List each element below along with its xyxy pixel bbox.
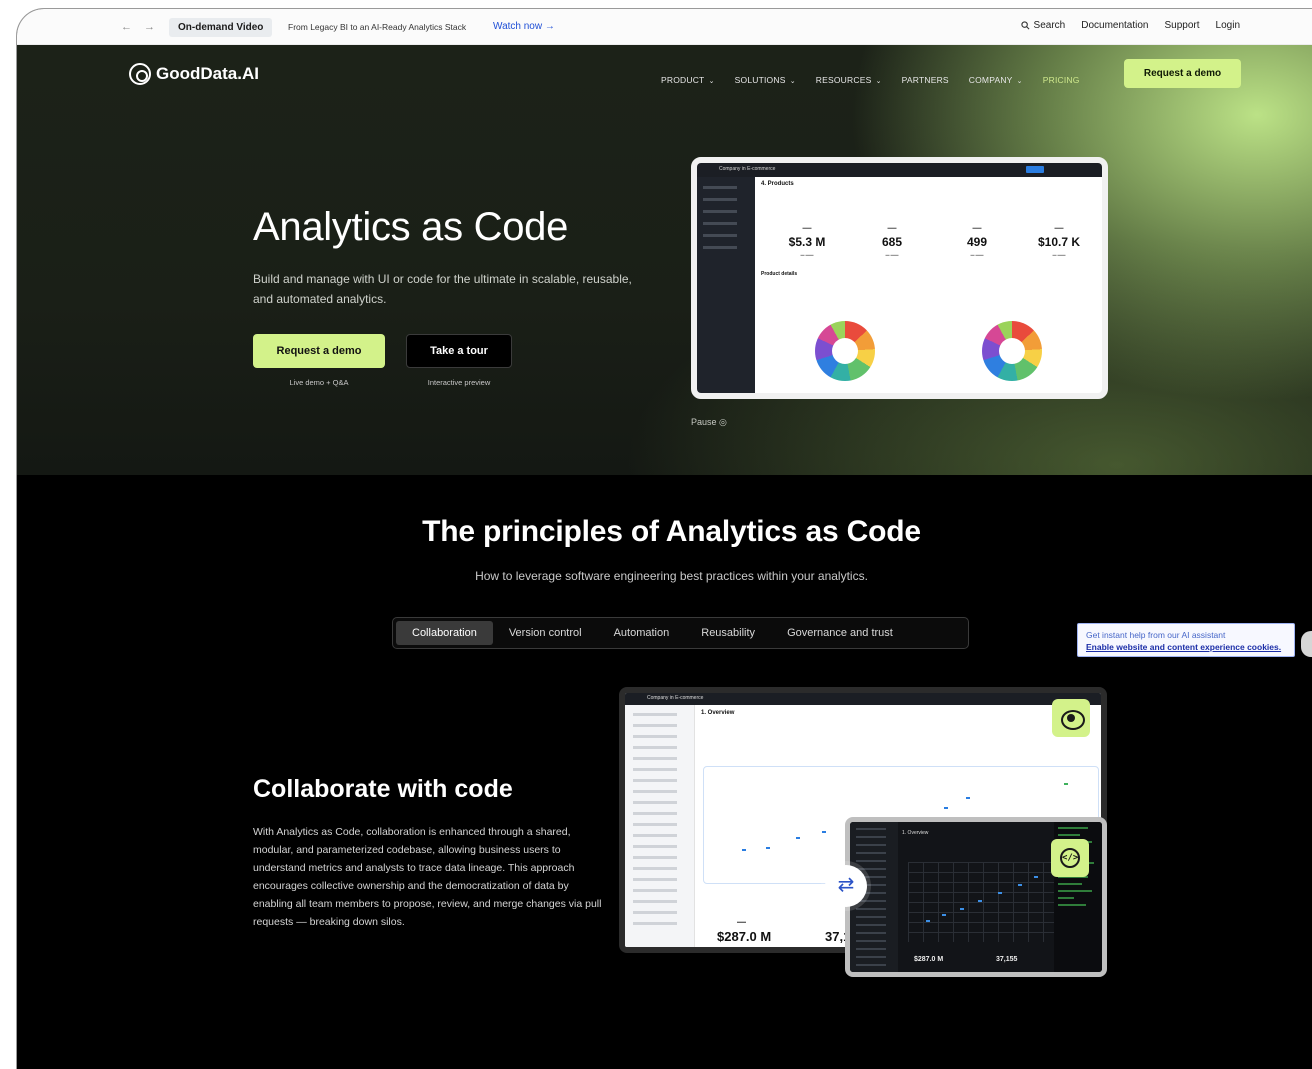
pause-button[interactable]: Pause ◎ bbox=[691, 417, 727, 428]
tab-reusability[interactable]: Reusability bbox=[685, 621, 771, 645]
donut-chart bbox=[815, 321, 875, 381]
preview-app-title: Company in E-commerce bbox=[719, 166, 776, 172]
nav-item-solutions[interactable]: SOLUTIONS ⌄ bbox=[735, 75, 796, 85]
preview-kpi: ▬▬ $5.3 M ▬ ▬▬ bbox=[788, 225, 826, 257]
eye-icon[interactable] bbox=[1052, 699, 1090, 737]
preview-section-title: Product details bbox=[761, 271, 798, 277]
hero-title: Analytics as Code bbox=[253, 205, 569, 249]
promo-text: From Legacy BI to an AI-Ready Analytics … bbox=[288, 22, 467, 32]
dashboard-preview: Company in E-commerce 4. Products ▬▬ $5.3… bbox=[691, 157, 1108, 399]
tab-collaboration[interactable]: Collaboration bbox=[396, 621, 493, 645]
chevron-down-icon: ⌄ bbox=[787, 78, 796, 85]
hero-subtitle: Build and manage with UI or code for the… bbox=[253, 272, 632, 306]
overview-kpi-label: ▬▬ bbox=[737, 919, 746, 924]
nav-item-pricing[interactable]: PRICING bbox=[1043, 75, 1080, 85]
swap-icon[interactable]: ⇄ bbox=[825, 865, 867, 907]
take-tour-button[interactable]: Take a tour bbox=[406, 334, 512, 368]
principles-subtitle: How to leverage software engineering bes… bbox=[475, 569, 868, 583]
main-nav: PRODUCT ⌄ SOLUTIONS ⌄ RESOURCES ⌄ PARTNE… bbox=[661, 75, 1080, 85]
logo[interactable]: GoodData.AI bbox=[129, 63, 259, 85]
browser-frame: ← → On-demand Video From Legacy BI to an… bbox=[16, 8, 1312, 1069]
documentation-link[interactable]: Documentation bbox=[1081, 20, 1148, 31]
preview-kpi: ▬▬ $10.7 K ▬ ▬▬ bbox=[1037, 225, 1081, 257]
tab-automation[interactable]: Automation bbox=[598, 621, 686, 645]
search-link[interactable]: Search bbox=[1020, 20, 1066, 31]
overview-topbar: Company in E-commerce bbox=[625, 693, 1101, 705]
on-demand-badge: On-demand Video bbox=[169, 18, 273, 37]
preview-button bbox=[1026, 166, 1044, 173]
watch-now-link[interactable]: Watch now → bbox=[493, 21, 555, 32]
login-link[interactable]: Login bbox=[1216, 20, 1240, 31]
chevron-down-icon: ⌄ bbox=[706, 78, 715, 85]
ai-assistant-prompt[interactable]: Get instant help from our AI assistant E… bbox=[1077, 623, 1295, 657]
code-kpi-value: 37,155 bbox=[996, 956, 1018, 963]
nav-item-company[interactable]: COMPANY ⌄ bbox=[969, 75, 1023, 85]
request-demo-nav-button[interactable]: Request a demo bbox=[1124, 59, 1241, 88]
request-demo-button[interactable]: Request a demo bbox=[253, 334, 385, 368]
principles-tabs: Collaboration Version control Automation… bbox=[392, 617, 969, 649]
overview-page-title: 1. Overview bbox=[701, 710, 735, 716]
chat-bubble-icon[interactable] bbox=[1301, 631, 1312, 657]
code-kpi-value: $287.0 M bbox=[914, 956, 944, 963]
preview-kpi: ▬▬ 685 ▬ ▬▬ bbox=[881, 225, 903, 257]
principles-title: The principles of Analytics as Code bbox=[422, 515, 921, 548]
collab-body: With Analytics as Code, collaboration is… bbox=[253, 826, 602, 928]
tab-governance[interactable]: Governance and trust bbox=[771, 621, 909, 645]
history-arrows: ← → bbox=[121, 21, 155, 33]
hero-section: GoodData.AI PRODUCT ⌄ SOLUTIONS ⌄ RESOUR… bbox=[17, 45, 1312, 475]
forward-arrow-icon[interactable]: → bbox=[144, 21, 155, 33]
assistant-message: Get instant help from our AI assistant bbox=[1086, 630, 1226, 640]
tour-caption: Interactive preview bbox=[427, 378, 491, 387]
chevron-down-icon: ⌄ bbox=[1014, 78, 1023, 85]
preview-sidebar bbox=[697, 177, 755, 393]
code-view-title: 1. Overview bbox=[902, 830, 929, 836]
collab-title: Collaborate with code bbox=[253, 775, 513, 803]
gooddata-logo-icon bbox=[129, 63, 151, 85]
support-link[interactable]: Support bbox=[1165, 20, 1200, 31]
overview-app-title: Company in E-commerce bbox=[647, 695, 704, 701]
enable-cookies-link[interactable]: Enable website and content experience co… bbox=[1086, 641, 1286, 653]
demo-caption: Live demo + Q&A bbox=[289, 378, 349, 387]
nav-item-partners[interactable]: PARTNERS bbox=[902, 75, 949, 85]
overview-sidebar bbox=[625, 705, 695, 947]
announcement-bar: ← → On-demand Video From Legacy BI to an… bbox=[17, 9, 1312, 45]
preview-topbar: Company in E-commerce bbox=[697, 163, 1102, 177]
preview-page-title: 4. Products bbox=[761, 181, 794, 187]
nav-item-product[interactable]: PRODUCT ⌄ bbox=[661, 75, 715, 85]
preview-kpi: ▬▬ 499 ▬ ▬▬ bbox=[966, 225, 988, 257]
back-arrow-icon[interactable]: ← bbox=[121, 21, 132, 33]
dark-scatter-plot bbox=[908, 862, 1058, 942]
tab-version-control[interactable]: Version control bbox=[493, 621, 598, 645]
search-label: Search bbox=[1033, 20, 1066, 31]
logo-text: GoodData.AI bbox=[156, 64, 259, 83]
nav-item-resources[interactable]: RESOURCES ⌄ bbox=[816, 75, 882, 85]
code-icon[interactable]: </> bbox=[1051, 839, 1089, 877]
overview-kpi-value: $287.0 M bbox=[717, 929, 772, 944]
utility-nav: Search Documentation Support Login bbox=[1020, 20, 1240, 31]
donut-chart bbox=[982, 321, 1042, 381]
search-icon bbox=[1020, 21, 1030, 30]
chevron-down-icon: ⌄ bbox=[873, 78, 882, 85]
